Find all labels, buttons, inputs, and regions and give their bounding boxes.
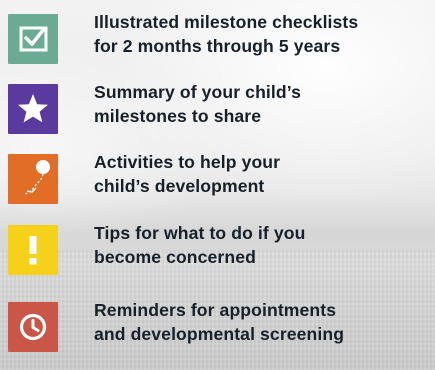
feature-text: Tips for what to do if you become concer… [94,221,434,269]
feature-line-2: child’s development [94,176,265,196]
feature-line-1: Summary of your child’s [94,82,301,102]
feature-line-1: Activities to help your [94,152,281,172]
feature-text: Summary of your child’s milestones to sh… [94,80,434,128]
checkmark-icon [8,14,58,64]
feature-milestone-checklists: Illustrated milestone checklists for 2 m… [8,10,435,68]
clock-icon [8,302,58,352]
feature-tips: Tips for what to do if you become concer… [8,221,435,279]
exclamation-icon [8,225,58,275]
feature-line-1: Reminders for appointments [94,300,337,320]
feature-line-1: Tips for what to do if you [94,223,306,243]
star-icon [8,84,58,134]
feature-line-2: milestones to share [94,106,262,126]
feature-line-2: for 2 months through 5 years [94,36,341,56]
feature-text: Reminders for appointments and developme… [94,298,434,346]
feature-text: Activities to help your child’s developm… [94,150,434,198]
feature-line-2: and developmental screening [94,324,345,344]
feature-line-1: Illustrated milestone checklists [94,12,359,32]
feature-text: Illustrated milestone checklists for 2 m… [94,10,434,58]
feature-summary: Summary of your child’s milestones to sh… [8,80,435,138]
balloon-icon [8,154,58,204]
feature-activities: Activities to help your child’s developm… [8,150,435,208]
feature-reminders: Reminders for appointments and developme… [8,298,435,356]
feature-line-2: become concerned [94,247,256,267]
